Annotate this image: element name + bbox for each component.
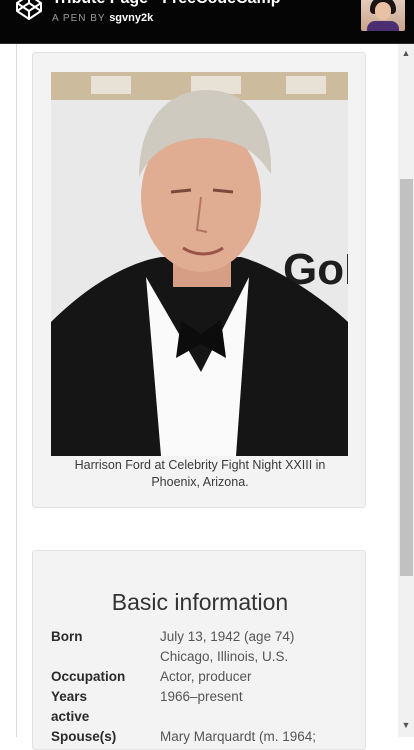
pen-byline: A PEN BY sgvny2k bbox=[52, 12, 153, 24]
scroll-down-arrow-icon[interactable]: ▼ bbox=[398, 720, 414, 734]
codepen-logo-icon[interactable] bbox=[14, 0, 44, 22]
born-date: July 13, 1942 (age 74) bbox=[160, 629, 295, 644]
byline-prefix: A PEN BY bbox=[52, 13, 106, 24]
photo-caption: Harrison Ford at Celebrity Fight Night X… bbox=[74, 458, 326, 489]
pen-title[interactable]: Tribute Page - FreeCodeCamp bbox=[52, 0, 281, 8]
user-avatar[interactable] bbox=[361, 0, 405, 31]
scrollbar-thumb[interactable] bbox=[400, 179, 413, 576]
years-active-label-line2: active bbox=[51, 709, 90, 724]
born-label: Born bbox=[51, 629, 83, 644]
section-heading: Basic information bbox=[111, 589, 289, 615]
harrison-ford-photo: GoD bbox=[51, 72, 348, 456]
author-link[interactable]: sgvny2k bbox=[109, 12, 153, 24]
codepen-header: Tribute Page - FreeCodeCamp A PEN BY sgv… bbox=[0, 0, 414, 44]
years-active-value: 1966–present bbox=[160, 689, 243, 704]
occupation-label: Occupation bbox=[51, 669, 126, 684]
frame-divider bbox=[16, 44, 17, 737]
born-place: Chicago, Illinois, U.S. bbox=[160, 649, 289, 664]
info-card: Basic information Born July 13, 1942 (ag… bbox=[32, 550, 366, 750]
occupation-value: Actor, producer bbox=[160, 669, 252, 684]
image-card: GoD Harrison Ford at Celebrity Fight Nig… bbox=[32, 52, 366, 508]
scroll-up-arrow-icon[interactable]: ▲ bbox=[398, 48, 414, 62]
years-active-label-line1: Years bbox=[51, 689, 88, 704]
